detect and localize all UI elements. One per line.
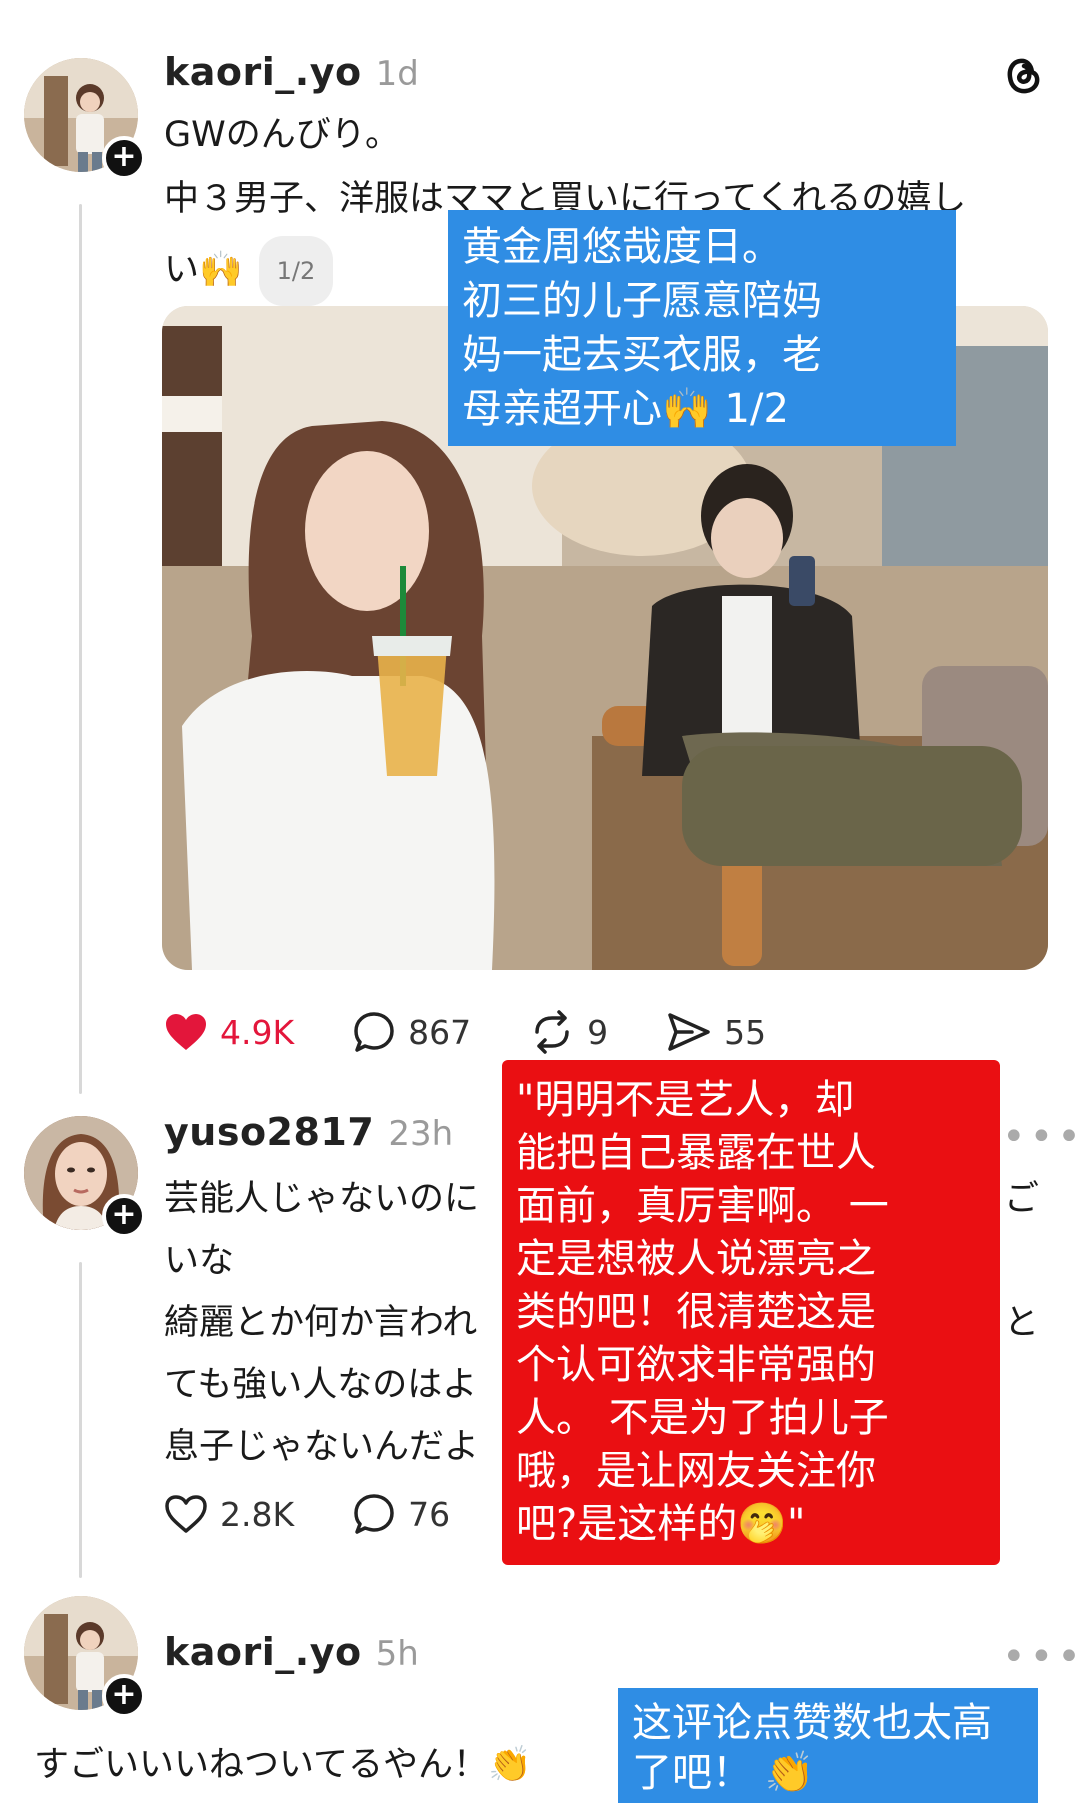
post-header: kaori_.yo 1d <box>164 50 419 94</box>
comment-count: 867 <box>408 1012 472 1052</box>
timestamp: 1d <box>375 54 419 94</box>
translation-line: 哦，是让网友关注你 <box>516 1448 876 1494</box>
share-count: 55 <box>724 1012 767 1052</box>
reply-header: yuso2817 23h <box>164 1110 453 1154</box>
like-button[interactable]: 4.9K <box>164 1012 294 1052</box>
translation-line: 母亲超开心🙌 1/2 <box>462 386 789 432</box>
like-count: 4.9K <box>220 1012 295 1052</box>
timestamp: 23h <box>388 1114 454 1154</box>
heart-filled-icon <box>166 1014 206 1050</box>
comment-button[interactable]: 867 <box>352 1010 471 1054</box>
more-icon[interactable]: ••• <box>1002 1634 1080 1680</box>
follow-plus-icon[interactable]: + <box>102 136 146 180</box>
translation-overlay-red: "明明不是艺人，却 能把自己暴露在世人 面前，真厉害啊。 一 定是想被人说漂亮之… <box>502 1060 1000 1565</box>
post-actions: 4.9K 867 9 55 <box>164 1010 824 1054</box>
follow-plus-icon[interactable]: + <box>102 1674 146 1718</box>
repost-icon <box>535 1010 569 1054</box>
translation-line: "明明不是艺人，却 <box>516 1077 855 1123</box>
translation-line: 类的吧！很清楚这是 <box>516 1289 876 1335</box>
translation-line: 了吧！ 👏 <box>632 1750 815 1796</box>
like-count: 2.8K <box>220 1494 295 1534</box>
share-icon <box>668 1013 710 1051</box>
threads-logo-icon[interactable] <box>998 50 1048 100</box>
post-line: い🙌 <box>164 250 243 290</box>
pager-badge: 1/2 <box>258 236 334 306</box>
reply-actions: 2.8K 76 <box>164 1492 508 1536</box>
translation-line: 能把自己暴露在世人 <box>516 1130 876 1176</box>
comment-icon <box>354 1012 394 1052</box>
post-line: GWのんびり。 <box>164 115 401 155</box>
timestamp: 5h <box>375 1634 419 1674</box>
translation-line: 黄金周悠哉度日。 <box>462 224 782 270</box>
translation-line: 定是想被人说漂亮之 <box>516 1236 876 1282</box>
heart-outline-icon <box>165 1495 207 1533</box>
translation-overlay-bottom: 这评论点赞数也太高 了吧！ 👏 <box>618 1688 1038 1803</box>
comment-icon <box>354 1494 394 1534</box>
reply-header: kaori_.yo 5h <box>164 1630 419 1674</box>
username[interactable]: kaori_.yo <box>164 1630 362 1674</box>
thread-line <box>79 1262 82 1578</box>
translation-line: 人。 不是为了拍儿子 <box>516 1395 889 1441</box>
translation-line: 吧?是这样的🤭" <box>516 1501 806 1547</box>
repost-count: 9 <box>587 1012 609 1052</box>
translation-line: 个认可欲求非常强的 <box>516 1342 876 1388</box>
comment-button[interactable]: 76 <box>352 1492 450 1536</box>
translation-overlay-top: 黄金周悠哉度日。 初三的儿子愿意陪妈 妈一起去买衣服，老 母亲超开心🙌 1/2 <box>448 210 956 446</box>
like-button[interactable]: 2.8K <box>164 1494 294 1534</box>
reply-line: 綺麗とか何か言われ <box>164 1303 478 1343</box>
username[interactable]: kaori_.yo <box>164 50 362 94</box>
more-icon[interactable]: ••• <box>1002 1114 1080 1160</box>
reply-line: ご <box>1004 1179 1040 1219</box>
comment-count: 76 <box>408 1494 451 1534</box>
translation-line: 这评论点赞数也太高 <box>632 1700 992 1746</box>
reply-line: 芸能人じゃないのに <box>164 1179 480 1219</box>
reply-line: と <box>1004 1303 1040 1343</box>
translation-line: 面前，真厉害啊。 一 <box>516 1183 889 1229</box>
thread-line <box>79 204 82 1094</box>
repost-button[interactable]: 9 <box>529 1010 608 1054</box>
share-button[interactable]: 55 <box>666 1011 766 1053</box>
username[interactable]: yuso2817 <box>164 1110 374 1154</box>
reply-text: すごいいいねついてるやん！👏 <box>34 1745 532 1785</box>
translation-line: 妈一起去买衣服，老 <box>462 332 822 378</box>
follow-plus-icon[interactable]: + <box>102 1194 146 1238</box>
translation-line: 初三的儿子愿意陪妈 <box>462 278 822 324</box>
